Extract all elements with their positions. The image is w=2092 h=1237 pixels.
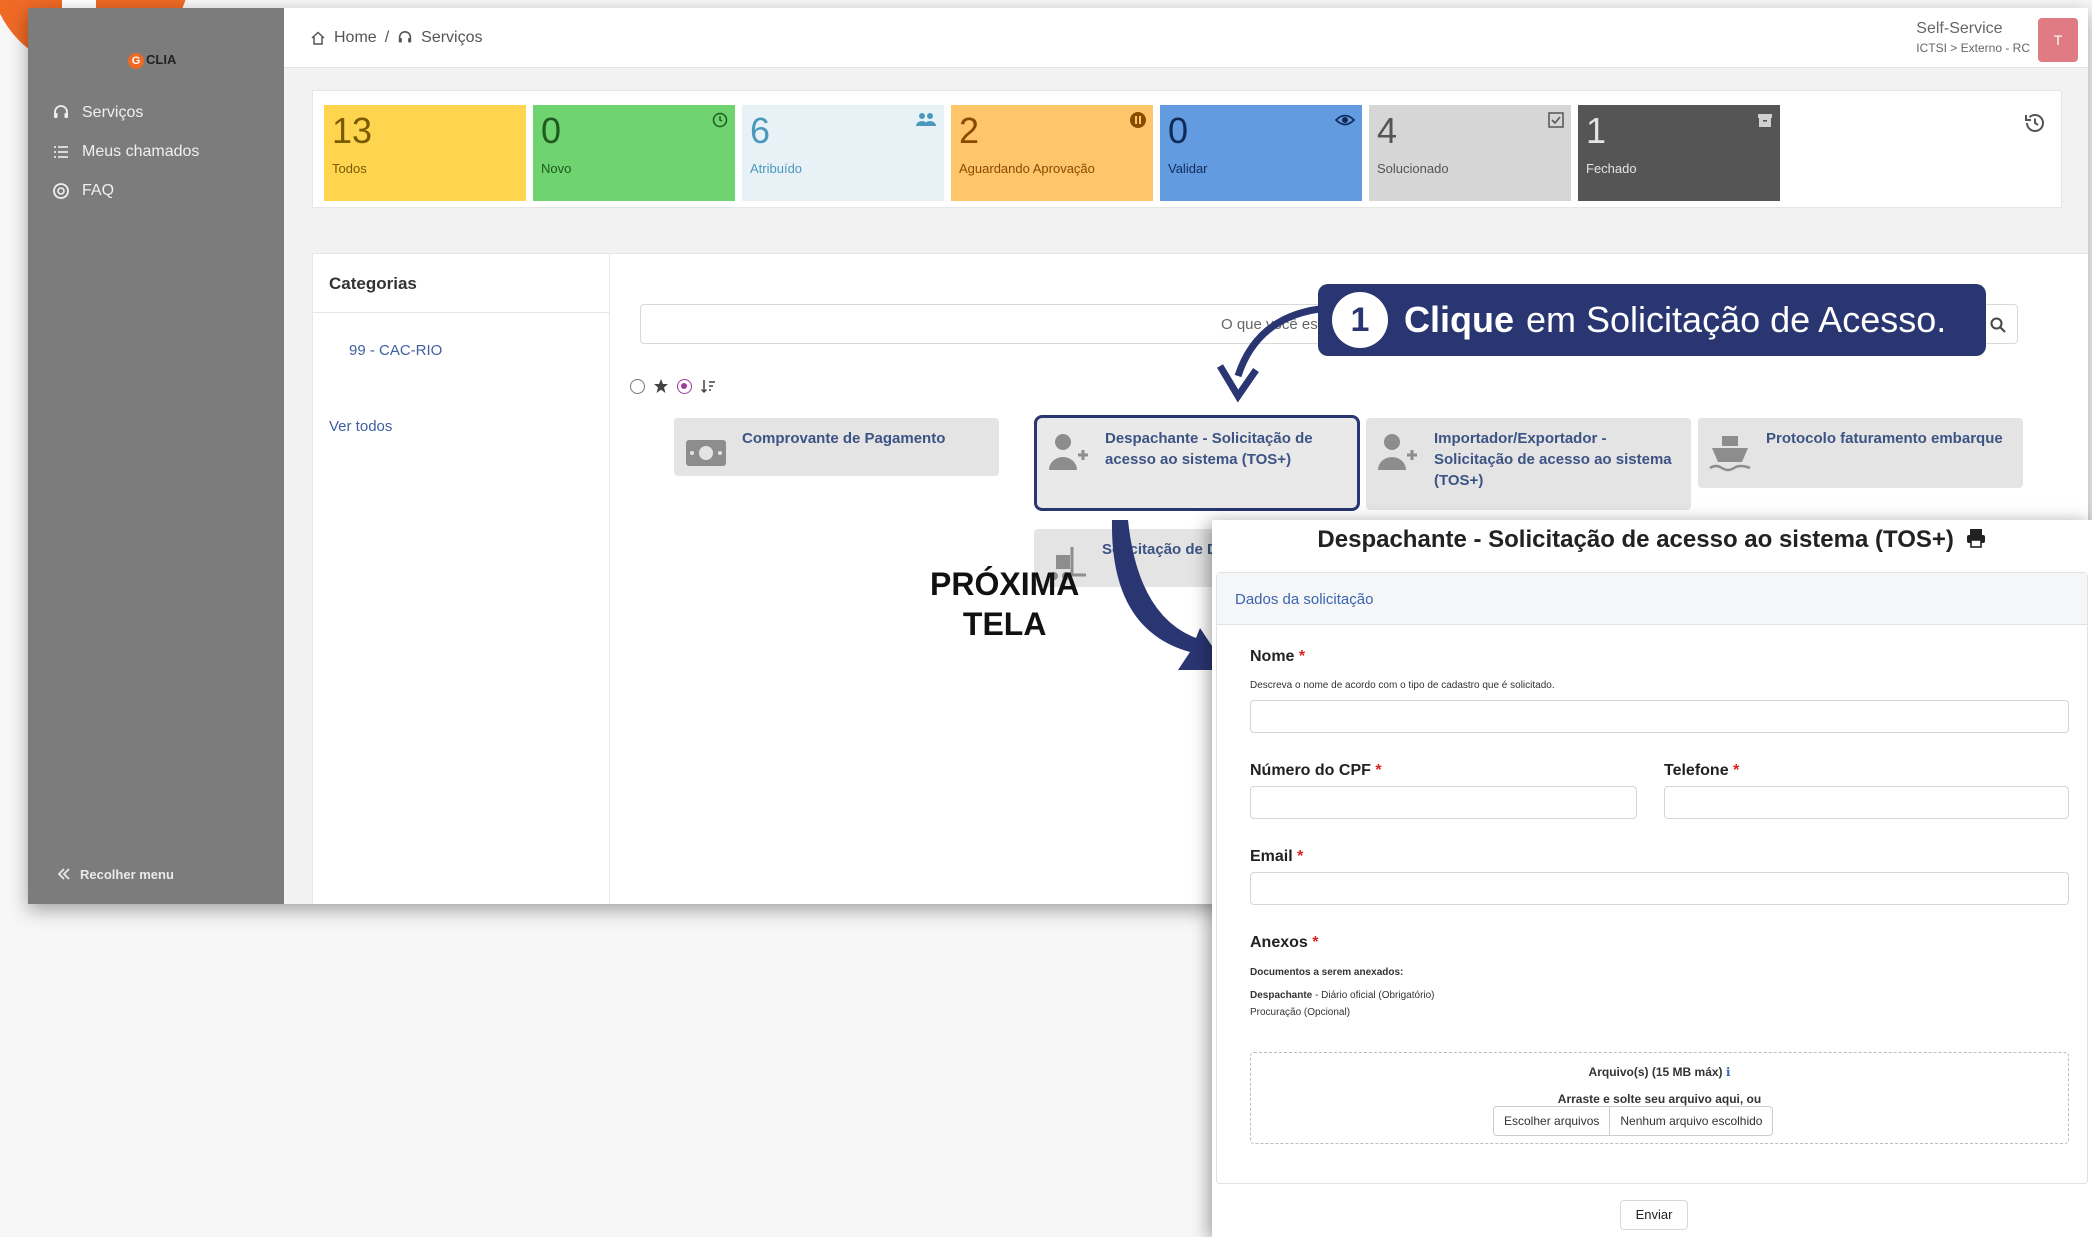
- home-icon: [311, 31, 325, 45]
- service-card-comprovante[interactable]: Comprovante de Pagamento: [674, 418, 999, 476]
- stat-aguardando-aprovacao[interactable]: 2 Aguardando Aprovação: [951, 105, 1153, 201]
- list-icon: [54, 146, 68, 158]
- section-header: Dados da solicitação: [1217, 573, 2087, 625]
- stat-novo[interactable]: 0 Novo: [533, 105, 735, 201]
- instruction-callout: 1 Clique em Solicitação de Acesso.: [1318, 284, 1986, 356]
- next-screen-arrow-icon: [1111, 520, 1228, 670]
- sidebar-item-meus-chamados[interactable]: Meus chamados: [52, 143, 199, 161]
- submit-button[interactable]: Enviar: [1620, 1200, 1688, 1230]
- sidebar-item-faq[interactable]: FAQ: [52, 182, 114, 200]
- see-all-link[interactable]: Ver todos: [329, 418, 392, 435]
- stat-validar[interactable]: 0 Validar: [1160, 105, 1362, 201]
- file-dropzone[interactable]: Arquivo(s) (15 MB máx) ℹ Arraste e solte…: [1250, 1052, 2069, 1144]
- user-info[interactable]: Self-Service ICTSI > Externo - RC: [1916, 20, 2030, 55]
- category-item[interactable]: 99 - CAC-RIO: [349, 342, 442, 359]
- telefone-label: Telefone *: [1664, 762, 1740, 779]
- service-card-importador[interactable]: Importador/Exportador - Solicitação de a…: [1366, 418, 1691, 510]
- print-icon[interactable]: [1965, 527, 1987, 549]
- headset-icon: [54, 105, 68, 118]
- cpf-label: Número do CPF *: [1250, 762, 1382, 779]
- curved-arrow-icon: [1216, 304, 1329, 403]
- radio-all[interactable]: [630, 378, 645, 394]
- anexos-hint-procuracao: Procuração (Opcional): [1250, 1007, 1351, 1018]
- radio-favorites[interactable]: [677, 378, 692, 394]
- step-number: 1: [1332, 292, 1388, 348]
- users-icon: [916, 113, 936, 126]
- request-form: Despachante - Solicitação de acesso ao s…: [1212, 520, 2092, 1237]
- breadcrumb-servicos: Serviços: [421, 29, 483, 46]
- nome-field[interactable]: [1250, 700, 2069, 733]
- help-circle-icon: [53, 183, 69, 199]
- star-icon: [654, 379, 668, 393]
- categories-panel: Categorias 99 - CAC-RIO Ver todos: [312, 253, 610, 904]
- cpf-field[interactable]: [1250, 786, 1637, 819]
- email-field[interactable]: [1250, 872, 2069, 905]
- file-input[interactable]: Escolher arquivos Nenhum arquivo escolhi…: [1493, 1106, 1774, 1136]
- breadcrumb-separator: /: [384, 29, 390, 46]
- nome-hint: Descreva o nome de acordo com o tipo de …: [1250, 680, 1555, 691]
- files-label: Arquivo(s) (15 MB máx) ℹ: [1588, 1065, 1731, 1079]
- form-title: Despachante - Solicitação de acesso ao s…: [1212, 526, 2092, 554]
- sort-icon[interactable]: [700, 378, 716, 394]
- sidebar-item-label: Meus chamados: [82, 143, 200, 160]
- stat-fechado[interactable]: 1 Fechado: [1578, 105, 1780, 201]
- stat-solucionado[interactable]: 4 Solucionado: [1369, 105, 1571, 201]
- headset-icon: [398, 31, 412, 43]
- user-add-icon: [1049, 434, 1088, 470]
- sidebar: G CLIA Serviços Meus chamados FAQ Recolhe…: [28, 8, 284, 904]
- search-icon[interactable]: [1989, 316, 2007, 334]
- drop-text: Arraste e solte seu arquivo aqui, ou: [1557, 1092, 1762, 1106]
- sidebar-item-servicos[interactable]: Serviços: [52, 104, 143, 122]
- telefone-field[interactable]: [1664, 786, 2069, 819]
- service-card-protocolo[interactable]: Protocolo faturamento embarque: [1698, 418, 2023, 488]
- eye-icon: [1334, 114, 1356, 126]
- stat-todos[interactable]: 13 Todos: [324, 105, 526, 201]
- next-screen-label: PRÓXIMA TELA: [930, 566, 1080, 642]
- archive-icon: [1758, 114, 1772, 127]
- ticket-stats: 13 Todos 0 Novo 6 Atribuído 2 Aguardando Apr…: [312, 90, 2062, 208]
- sidebar-item-label: Serviços: [82, 104, 144, 121]
- view-filters: [630, 378, 716, 394]
- anexos-hint-despachante: Despachante - Diário oficial (Obrigatóri…: [1250, 990, 1435, 1001]
- no-file-label: Nenhum arquivo escolhido: [1609, 1107, 1772, 1135]
- logo: G CLIA: [128, 52, 176, 69]
- anexos-label: Anexos *: [1250, 934, 1319, 951]
- user-add-icon: [1378, 434, 1417, 470]
- info-icon[interactable]: ℹ: [1726, 1065, 1731, 1079]
- clock-icon: [712, 112, 728, 128]
- breadcrumb-home[interactable]: Home: [334, 29, 377, 47]
- pause-icon: [1130, 112, 1146, 128]
- email-label: Email *: [1250, 848, 1304, 865]
- avatar[interactable]: T: [2038, 18, 2078, 62]
- anexos-hint-title: Documentos a serem anexados:: [1250, 967, 1404, 978]
- sidebar-item-label: FAQ: [82, 182, 115, 199]
- stat-atribuido[interactable]: 6 Atribuído: [742, 105, 944, 201]
- chevrons-left-icon: [57, 868, 70, 880]
- topbar: Home / Serviços Self-Service ICTSI > Ext…: [284, 8, 2088, 68]
- callout-bold: Clique: [1404, 299, 1515, 340]
- choose-files-button[interactable]: Escolher arquivos: [1494, 1107, 1609, 1135]
- history-icon[interactable]: [2023, 111, 2047, 135]
- check-square-icon: [1548, 112, 1564, 128]
- nome-label: Nome *: [1250, 648, 1306, 665]
- money-icon: [686, 440, 726, 466]
- collapse-menu-button[interactable]: Recolher menu: [56, 866, 174, 882]
- categories-title: Categorias: [313, 254, 609, 313]
- ship-icon: [1709, 436, 1751, 472]
- breadcrumb: Home / Serviços: [310, 29, 483, 47]
- callout-text: em Solicitação de Acesso.: [1526, 299, 1947, 340]
- service-card-despachante[interactable]: Despachante - Solicitação de acesso ao s…: [1034, 415, 1360, 511]
